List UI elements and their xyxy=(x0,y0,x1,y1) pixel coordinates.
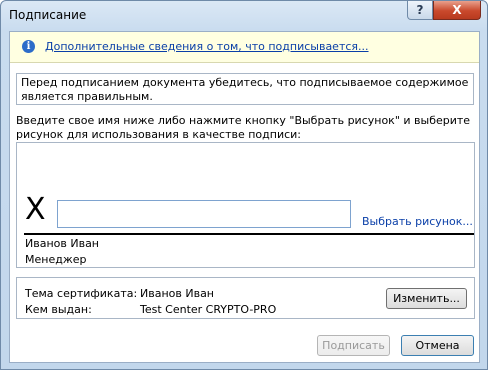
window-title: Подписание xyxy=(9,8,87,22)
certificate-issuer-value: Test Center CRYPTO-PRO xyxy=(140,303,277,316)
signature-line xyxy=(24,233,474,235)
signer-name: Иванов Иван xyxy=(25,237,99,250)
title-bar[interactable]: Подписание ? X xyxy=(1,1,487,31)
certificate-subject-value: Иванов Иван xyxy=(140,287,214,300)
verification-notice: Перед подписанием документа убедитесь, ч… xyxy=(16,73,474,105)
dialog-body: i Дополнительные сведения о том, что под… xyxy=(9,31,480,363)
cancel-button[interactable]: Отмена xyxy=(401,335,474,356)
certificate-issuer-label: Кем выдан: xyxy=(25,303,92,316)
certificate-panel: Тема сертификата: Иванов Иван Кем выдан:… xyxy=(16,277,475,319)
change-certificate-button[interactable]: Изменить... xyxy=(386,288,467,309)
select-image-link[interactable]: Выбрать рисунок... xyxy=(362,215,473,228)
sign-button[interactable]: Подписать xyxy=(317,335,390,356)
close-button[interactable]: X xyxy=(433,1,481,20)
signer-title: Менеджер xyxy=(25,253,87,266)
info-icon: i xyxy=(22,40,35,53)
more-info-link[interactable]: Дополнительные сведения о том, что подпи… xyxy=(45,40,369,53)
signature-panel: X Выбрать рисунок... Иванов Иван Менедже… xyxy=(16,142,475,268)
signature-name-input[interactable] xyxy=(57,200,351,228)
info-bar: i Дополнительные сведения о том, что под… xyxy=(10,32,479,63)
certificate-subject-label: Тема сертификата: xyxy=(25,287,138,300)
signing-dialog: Подписание ? X i Дополнительные сведения… xyxy=(0,0,488,370)
signature-instructions: Введите свое имя ниже либо нажмите кнопк… xyxy=(16,114,471,141)
signature-x-mark: X xyxy=(25,192,46,227)
help-button[interactable]: ? xyxy=(407,1,433,20)
